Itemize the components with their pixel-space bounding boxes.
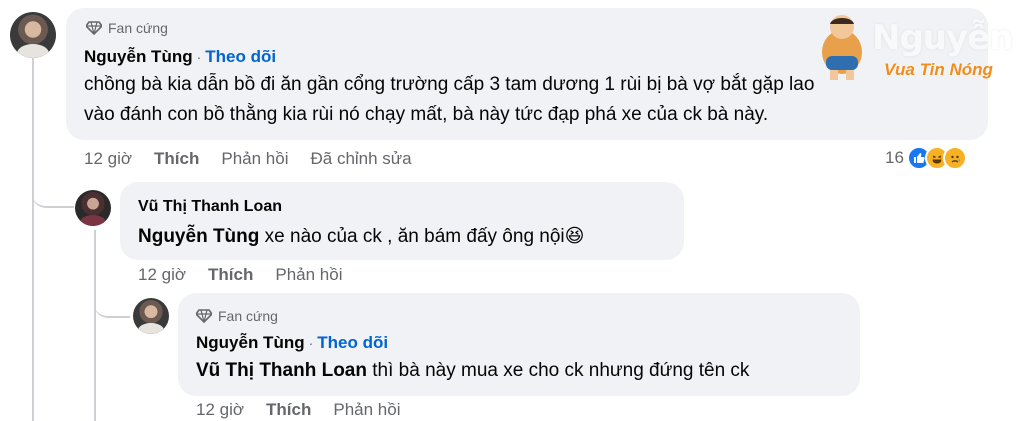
thread-line-main <box>32 58 34 421</box>
mascot-icon <box>816 12 868 82</box>
comment-text-line-1: chồng bà kia dẫn bồ đi ăn gần cổng trườn… <box>84 74 815 95</box>
thread-connector-reply1 <box>32 178 74 208</box>
avatar-vu-thi-thanh-loan[interactable] <box>75 190 111 226</box>
avatar-nguyen-tung[interactable] <box>133 298 169 334</box>
comment-text-line-2: vào đánh con bồ thằng kia rùi nó chạy mấ… <box>84 104 769 125</box>
thread-line-reply <box>94 230 96 421</box>
diamond-icon <box>196 309 212 323</box>
comment-actions-3: 12 giờ Thích Phản hồi <box>196 400 422 420</box>
fan-badge-1: Fan cứng <box>86 20 168 36</box>
separator-dot: · <box>196 49 202 65</box>
reaction-summary[interactable]: 16 <box>885 146 967 170</box>
follow-link[interactable]: Theo dõi <box>205 47 276 66</box>
watermark-logo: Nguyễn Sĩ Vua Tin Nóng <box>810 12 1024 84</box>
like-button[interactable]: Thích <box>266 400 311 420</box>
comment-author-name[interactable]: Nguyễn Tùng <box>84 47 193 66</box>
comment-actions-1: 12 giờ Thích Phản hồi Đã chỉnh sửa <box>84 149 434 169</box>
laughing-emoji: 😆 <box>564 226 585 247</box>
reply-button[interactable]: Phản hồi <box>333 400 400 420</box>
mention-link[interactable]: Vũ Thị Thanh Loan <box>196 360 367 381</box>
edited-label: Đã chỉnh sửa <box>310 149 412 168</box>
reaction-count: 16 <box>885 148 904 167</box>
sad-reaction-icon <box>942 146 967 170</box>
comment-author-row-2: Vũ Thị Thanh Loan <box>138 198 282 216</box>
comment-author-row-1: Nguyễn Tùng · Theo dõi <box>84 47 276 67</box>
fan-badge-3: Fan cứng <box>196 308 278 324</box>
comment-text-2: Nguyễn Tùng xe nào của ck , ăn bám đấy ô… <box>138 222 584 252</box>
comment-body: thì bà này mua xe cho ck nhưng đứng tên … <box>366 360 750 381</box>
comment-body: xe nào của ck , ăn bám đấy ông nội <box>259 226 565 247</box>
watermark-name: Nguyễn Sĩ <box>872 18 1024 58</box>
reply-button[interactable]: Phản hồi <box>221 149 288 169</box>
diamond-icon <box>86 21 102 35</box>
follow-link[interactable]: Theo dõi <box>317 333 388 352</box>
watermark-tagline: Vua Tin Nóng <box>884 60 993 79</box>
avatar-nguyen-tung[interactable] <box>10 12 56 58</box>
like-button[interactable]: Thích <box>208 265 253 285</box>
comment-time[interactable]: 12 giờ <box>84 149 132 169</box>
thread-connector-reply2 <box>94 292 130 318</box>
comment-author-name[interactable]: Vũ Thị Thanh Loan <box>138 198 282 215</box>
like-button[interactable]: Thích <box>154 149 199 169</box>
reply-button[interactable]: Phản hồi <box>275 265 342 285</box>
comment-text-3: Vũ Thị Thanh Loan thì bà này mua xe cho … <box>196 356 749 386</box>
comment-author-name[interactable]: Nguyễn Tùng <box>196 333 305 352</box>
fan-badge-label: Fan cứng <box>108 20 168 36</box>
comment-time[interactable]: 12 giờ <box>138 265 186 285</box>
comment-author-row-3: Nguyễn Tùng · Theo dõi <box>196 333 388 353</box>
mention-link[interactable]: Nguyễn Tùng <box>138 226 259 247</box>
fan-badge-label: Fan cứng <box>218 308 278 324</box>
separator-dot: · <box>308 335 314 351</box>
comment-actions-2: 12 giờ Thích Phản hồi <box>138 265 364 285</box>
comment-time[interactable]: 12 giờ <box>196 400 244 420</box>
